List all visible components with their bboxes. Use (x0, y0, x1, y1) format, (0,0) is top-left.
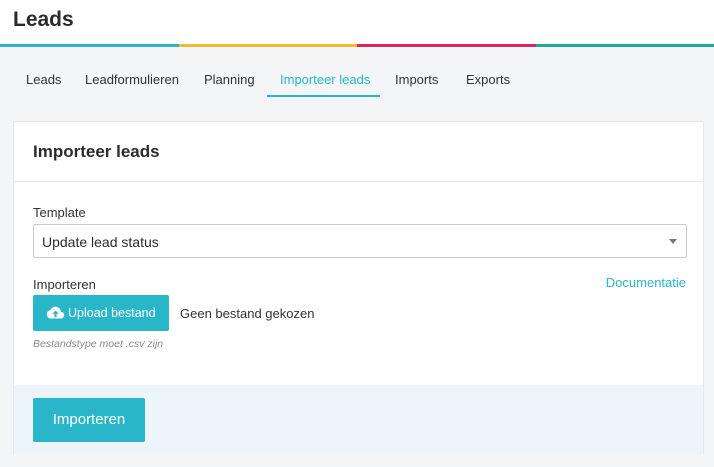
tab-leads[interactable]: Leads (26, 72, 61, 87)
stripe-segment-4 (535, 44, 714, 47)
app-header: Leads (0, 0, 714, 48)
page-title: Leads (13, 8, 74, 31)
tab-imports[interactable]: Imports (395, 72, 438, 87)
card-footer: Importeren (14, 385, 703, 455)
tab-planning[interactable]: Planning (204, 72, 255, 87)
upload-file-button[interactable]: Upload bestand (33, 295, 169, 331)
file-status-text: Geen bestand gekozen (180, 306, 315, 321)
stripe-segment-3 (357, 44, 536, 47)
card-title: Importeer leads (33, 142, 160, 161)
cloud-upload-icon (46, 306, 65, 319)
import-submit-button[interactable]: Importeren (33, 398, 145, 442)
import-submit-label: Importeren (52, 411, 126, 428)
import-label: Importeren (33, 277, 96, 292)
tab-leadformulieren[interactable]: Leadformulieren (85, 72, 179, 87)
documentation-link[interactable]: Documentatie (606, 275, 686, 290)
active-tab-indicator (267, 95, 380, 97)
tab-bar: Leads Leadformulieren Planning Importeer… (0, 48, 714, 100)
stripe-segment-1 (0, 44, 179, 47)
stripe-segment-2 (178, 44, 357, 47)
template-select[interactable]: Update lead status (33, 224, 687, 258)
tab-importeer-leads[interactable]: Importeer leads (280, 72, 370, 87)
card-header: Importeer leads (14, 122, 703, 182)
template-label: Template (33, 205, 86, 220)
template-select-value: Update lead status (42, 234, 159, 250)
import-card: Importeer leads Template Update lead sta… (13, 121, 704, 455)
chevron-down-icon (669, 239, 677, 244)
header-color-stripe (0, 44, 714, 47)
file-type-hint: Bestandstype moet .csv zijn (33, 338, 164, 350)
tab-exports[interactable]: Exports (466, 72, 510, 87)
upload-button-label: Upload bestand (68, 306, 156, 320)
